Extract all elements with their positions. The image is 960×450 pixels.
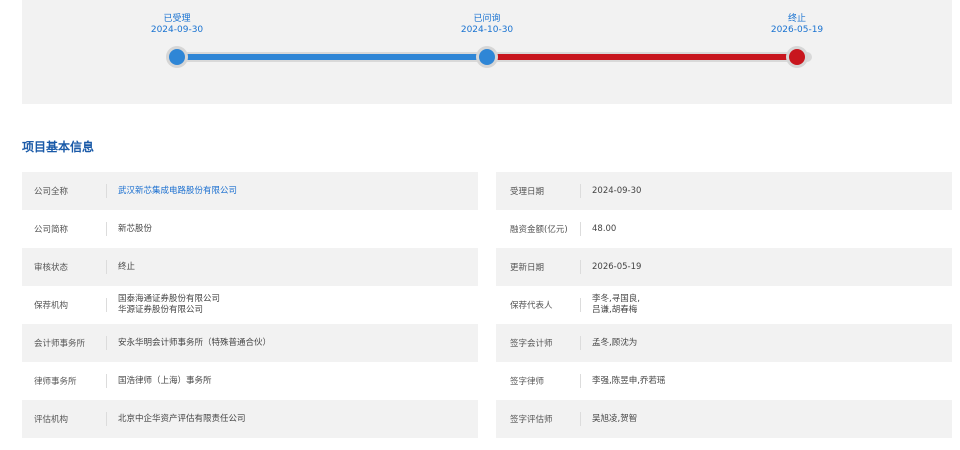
- divider: [580, 184, 581, 198]
- value-line: 2026-05-19: [592, 261, 642, 272]
- step-date: 2026-05-19: [770, 25, 824, 35]
- step-label: 已受理: [163, 14, 191, 24]
- field-label: 会计师事务所: [34, 339, 86, 349]
- field-label: 签字律师: [510, 377, 545, 387]
- value-line: 李冬,寻国良,: [592, 294, 640, 304]
- value-line: 2024-09-30: [592, 185, 642, 196]
- field-label: 受理日期: [510, 187, 545, 197]
- field-label: 公司全称: [34, 187, 69, 197]
- info-cell: 签字会计师 孟冬,顾沈为: [496, 324, 952, 362]
- value-line: 北京中企华资产评估有限责任公司: [118, 413, 246, 424]
- field-label: 融资金额(亿元): [510, 225, 568, 235]
- info-cell: 融资金额(亿元) 48.00: [496, 210, 952, 248]
- value-line: 武汉新芯集成电路股份有限公司: [118, 185, 238, 196]
- field-value: 2026-05-19: [592, 248, 942, 286]
- timeline-node-accepted: [166, 46, 188, 68]
- field-label: 签字评估师: [510, 415, 553, 425]
- value-line: 国泰海通证券股份有限公司: [118, 294, 221, 304]
- company-name-link[interactable]: 武汉新芯集成电路股份有限公司: [118, 172, 468, 210]
- info-cell: 签字律师 李强,陈昱申,乔若瑶: [496, 362, 952, 400]
- info-cell: 公司简称 新芯股份: [22, 210, 478, 248]
- field-value: 安永华明会计师事务所（特殊普通合伙）: [118, 324, 468, 362]
- field-label: 保荐代表人: [510, 301, 553, 311]
- info-cell: 更新日期 2026-05-19: [496, 248, 952, 286]
- divider: [106, 298, 107, 312]
- divider: [580, 222, 581, 236]
- timeline-step-terminated: 终止 2026-05-19: [737, 14, 857, 36]
- divider: [580, 374, 581, 388]
- info-cell: 保荐机构 国泰海通证券股份有限公司 华源证券股份有限公司: [22, 286, 478, 324]
- value-line: 新芯股份: [118, 223, 153, 234]
- timeline-node-inquired: [476, 46, 498, 68]
- field-label: 更新日期: [510, 263, 545, 273]
- value-line: 安永华明会计师事务所（特殊普通合伙）: [118, 337, 272, 348]
- value-line: 吴旭凌,贺智: [592, 413, 638, 424]
- info-cell: 保荐代表人 李冬,寻国良, 吕谦,胡春梅: [496, 286, 952, 324]
- step-date: 2024-10-30: [460, 25, 514, 35]
- step-label: 终止: [787, 14, 806, 24]
- info-cell: 会计师事务所 安永华明会计师事务所（特殊普通合伙）: [22, 324, 478, 362]
- field-value: 李冬,寻国良, 吕谦,胡春梅: [592, 286, 942, 324]
- value-line: 终止: [118, 261, 136, 272]
- info-cell: 律师事务所 国浩律师（上海）事务所: [22, 362, 478, 400]
- divider: [106, 336, 107, 350]
- divider: [106, 374, 107, 388]
- info-row: 律师事务所 国浩律师（上海）事务所 签字律师 李强,陈昱申,乔若瑶: [22, 362, 952, 400]
- value-line: 华源证券股份有限公司: [118, 305, 204, 315]
- divider: [106, 222, 107, 236]
- info-row: 审核状态 终止 更新日期 2026-05-19: [22, 248, 952, 286]
- field-label: 评估机构: [34, 415, 69, 425]
- timeline-step-inquired: 已问询 2024-10-30: [427, 14, 547, 36]
- field-value: 李强,陈昱申,乔若瑶: [592, 362, 942, 400]
- info-row: 公司简称 新芯股份 融资金额(亿元) 48.00: [22, 210, 952, 248]
- field-value: 吴旭凌,贺智: [592, 400, 942, 438]
- step-label: 已问询: [473, 14, 501, 24]
- divider: [580, 298, 581, 312]
- info-row: 评估机构 北京中企华资产评估有限责任公司 签字评估师 吴旭凌,贺智: [22, 400, 952, 438]
- value-line: 吕谦,胡春梅: [592, 305, 638, 315]
- divider: [106, 260, 107, 274]
- field-value: 北京中企华资产评估有限责任公司: [118, 400, 468, 438]
- divider: [580, 336, 581, 350]
- info-cell: 签字评估师 吴旭凌,贺智: [496, 400, 952, 438]
- info-row: 会计师事务所 安永华明会计师事务所（特殊普通合伙） 签字会计师 孟冬,顾沈为: [22, 324, 952, 362]
- field-label: 审核状态: [34, 263, 69, 273]
- field-label: 签字会计师: [510, 339, 553, 349]
- field-value: 48.00: [592, 210, 942, 248]
- divider: [580, 412, 581, 426]
- field-value: 国浩律师（上海）事务所: [118, 362, 468, 400]
- info-cell: 公司全称 武汉新芯集成电路股份有限公司: [22, 172, 478, 210]
- info-cell: 审核状态 终止: [22, 248, 478, 286]
- field-value: 国泰海通证券股份有限公司 华源证券股份有限公司: [118, 286, 468, 324]
- divider: [106, 184, 107, 198]
- divider: [580, 260, 581, 274]
- info-row: 保荐机构 国泰海通证券股份有限公司 华源证券股份有限公司 保荐代表人 李冬,寻国良, 吕谦…: [22, 286, 952, 324]
- field-value: 新芯股份: [118, 210, 468, 248]
- field-label: 保荐机构: [34, 301, 69, 311]
- timeline-segment-terminated: [487, 54, 802, 60]
- value-line: 国浩律师（上海）事务所: [118, 375, 212, 386]
- field-value: 孟冬,顾沈为: [592, 324, 942, 362]
- timeline-node-terminated: [786, 46, 808, 68]
- value-line: 李强,陈昱申,乔若瑶: [592, 375, 666, 386]
- value-line: 48.00: [592, 223, 617, 234]
- divider: [106, 412, 107, 426]
- field-value: 终止: [118, 248, 468, 286]
- field-label: 律师事务所: [34, 377, 77, 387]
- value-line: 孟冬,顾沈为: [592, 337, 638, 348]
- info-row: 公司全称 武汉新芯集成电路股份有限公司 受理日期 2024-09-30: [22, 172, 952, 210]
- field-value: 2024-09-30: [592, 172, 942, 210]
- progress-timeline: 已受理 2024-09-30 已问询 2024-10-30 终止 2026-05…: [22, 0, 952, 104]
- info-cell: 受理日期 2024-09-30: [496, 172, 952, 210]
- step-date: 2024-09-30: [150, 25, 204, 35]
- section-title: 项目基本信息: [22, 140, 95, 154]
- timeline-segment-completed: [177, 54, 487, 60]
- timeline-step-accepted: 已受理 2024-09-30: [117, 14, 237, 36]
- field-label: 公司简称: [34, 225, 69, 235]
- info-cell: 评估机构 北京中企华资产评估有限责任公司: [22, 400, 478, 438]
